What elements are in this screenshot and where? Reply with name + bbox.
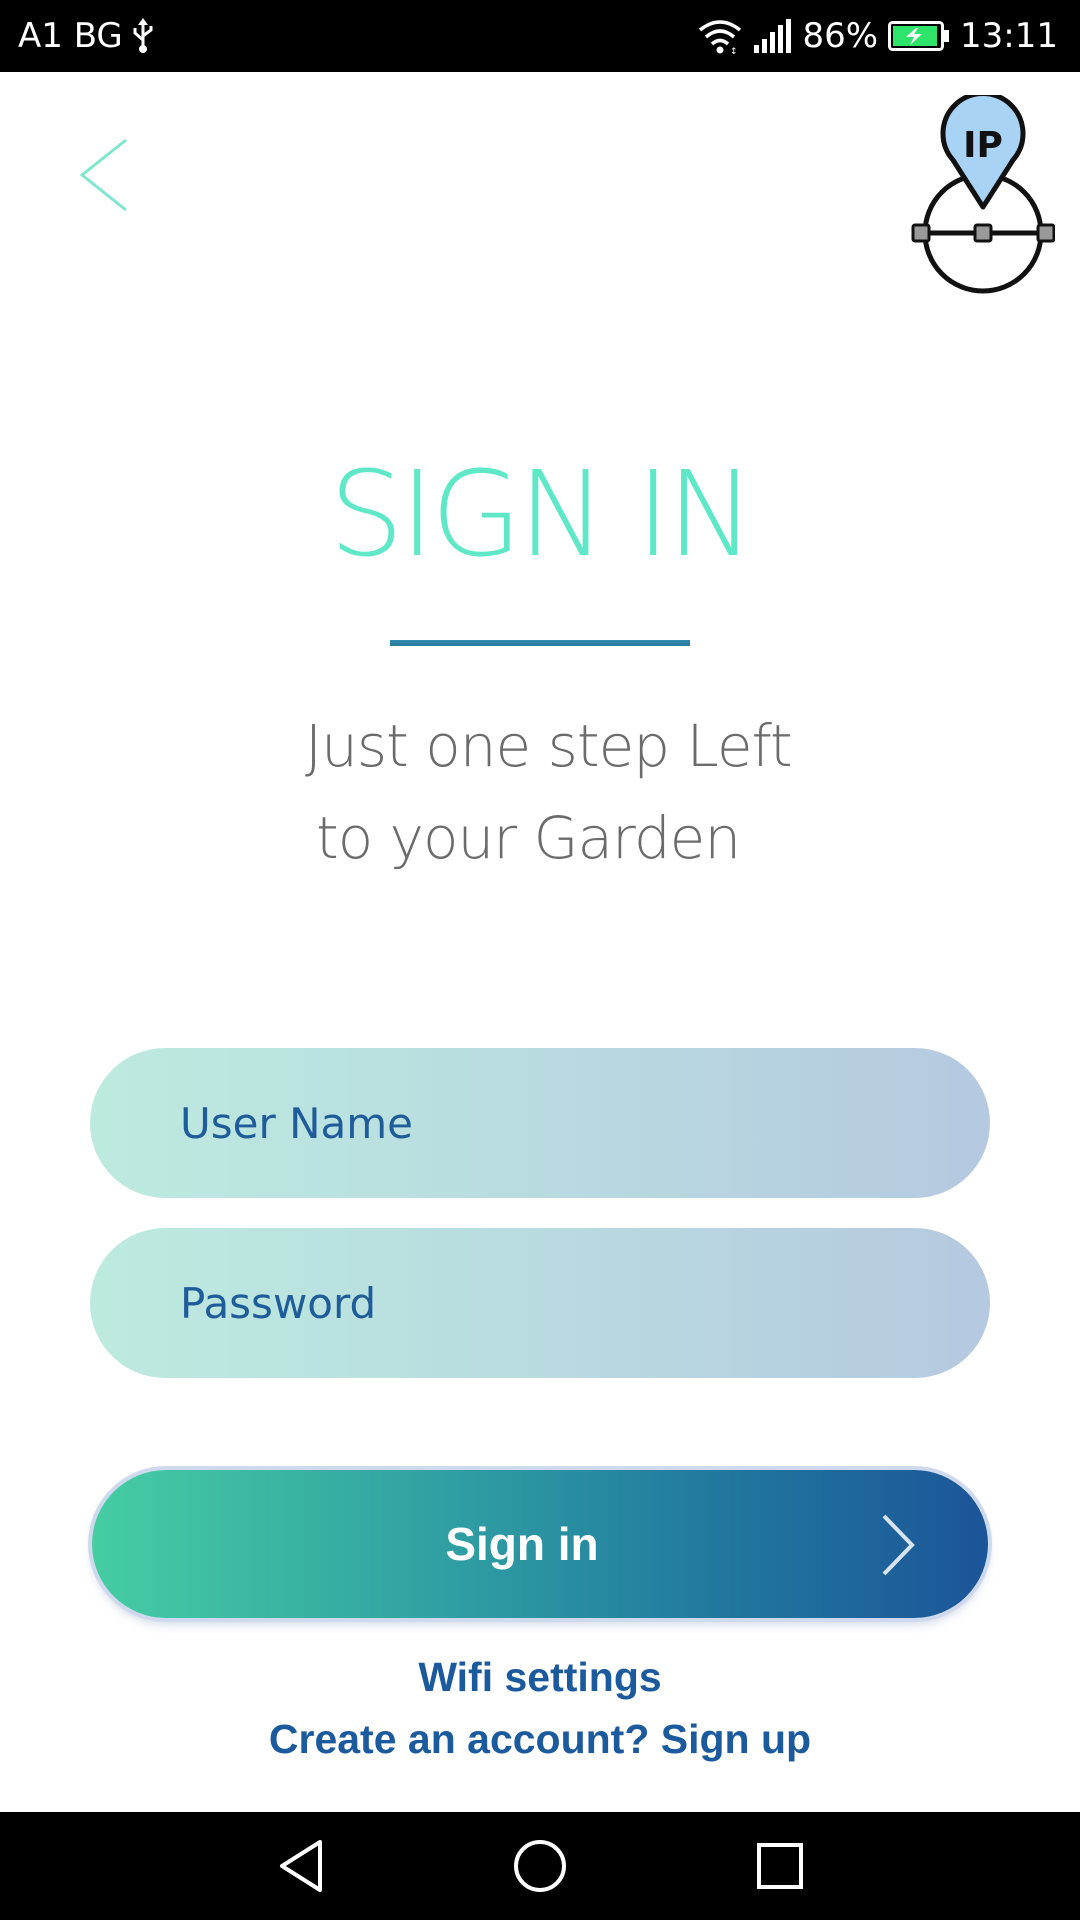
status-bar-left: A1 BG — [18, 0, 155, 72]
password-input[interactable]: Password — [90, 1228, 990, 1378]
nav-recents-button[interactable] — [748, 1834, 812, 1898]
subtitle-line-2: to your Garden — [316, 804, 741, 872]
status-bar: A1 BG ↕ 86% 13:11 — [0, 0, 1080, 72]
signin-button-label: Sign in — [445, 1518, 599, 1570]
username-placeholder: User Name — [180, 1098, 413, 1148]
ip-location-logo: IP — [911, 95, 1055, 294]
password-placeholder: Password — [180, 1278, 377, 1328]
username-input[interactable]: User Name — [90, 1048, 990, 1198]
app-logo: IP — [905, 95, 1055, 305]
logo-text: IP — [963, 125, 1003, 166]
wifi-icon: ↕ — [698, 18, 742, 54]
wifi-settings-link[interactable]: Wifi settings — [0, 1654, 1080, 1701]
nav-back-button[interactable] — [270, 1834, 334, 1898]
nav-home-icon — [514, 1840, 566, 1892]
usb-icon — [131, 18, 155, 54]
title-underline — [390, 640, 690, 646]
battery-percent: 86% — [802, 16, 879, 56]
navigation-bar — [0, 1812, 1080, 1920]
page-title: SIGN IN — [329, 445, 755, 583]
clock: 13:11 — [960, 16, 1058, 56]
battery-charging-icon — [888, 21, 950, 51]
nav-home-button[interactable] — [508, 1834, 572, 1898]
nav-recents-icon — [757, 1843, 803, 1889]
signup-link[interactable]: Create an account? Sign up — [0, 1716, 1080, 1763]
signin-button[interactable]: Sign in — [92, 1470, 988, 1618]
chevron-right-icon — [878, 1512, 918, 1578]
back-button[interactable] — [70, 130, 140, 220]
status-bar-right: ↕ 86% 13:11 — [698, 0, 1058, 72]
subtitle-line-1: Just one step Left — [305, 712, 793, 780]
signal-icon — [752, 19, 792, 53]
svg-text:↕: ↕ — [730, 47, 738, 54]
chevron-left-icon — [79, 138, 127, 212]
carrier-label: A1 BG — [18, 16, 123, 56]
nav-back-icon — [280, 1840, 322, 1892]
